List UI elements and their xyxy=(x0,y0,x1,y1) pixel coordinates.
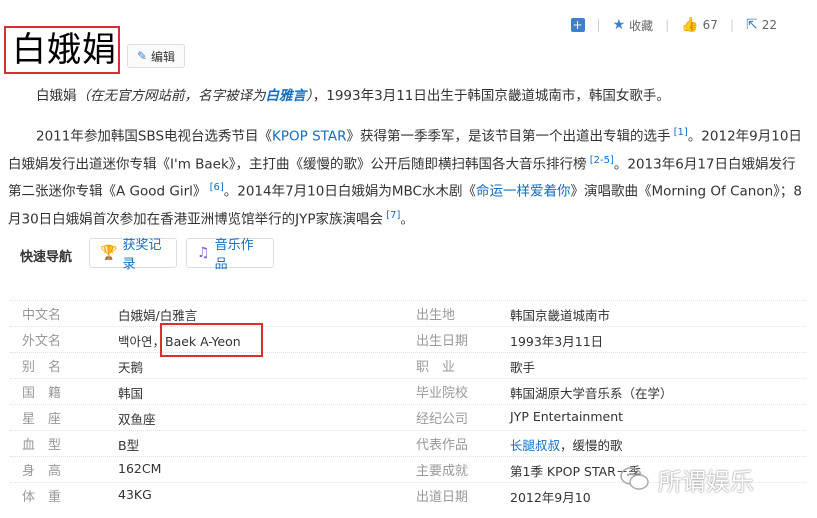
watermark-text: 所谓娱乐 xyxy=(658,467,754,496)
share-icon: ⇱ xyxy=(745,17,758,33)
info-label: 别 名 xyxy=(22,360,62,375)
intro-note-end: ） xyxy=(306,88,313,104)
share-button[interactable]: ⇱ 22 xyxy=(746,17,777,33)
star-icon: ★ xyxy=(612,17,626,33)
like-count: 67 xyxy=(702,18,718,32)
info-value: 韩国京畿道城南市 xyxy=(510,308,611,323)
foreign-name-highlight-box xyxy=(160,323,263,357)
info-value: 162CM xyxy=(118,461,162,476)
info-value: 天鹅 xyxy=(118,360,144,375)
divider: | xyxy=(665,18,670,32)
info-label: 职 业 xyxy=(416,360,456,375)
info-label: 中文名 xyxy=(22,308,62,323)
page-title: 白娥娟 xyxy=(12,30,117,70)
add-button[interactable]: + xyxy=(570,18,585,32)
info-label: 身 高 xyxy=(22,464,62,479)
info-value: 1993年3月11日 xyxy=(510,334,604,349)
info-row: 血 型 B型 代表作品 长腿叔叔，缓慢的歌 xyxy=(10,430,806,455)
info-value: 歌手 xyxy=(510,360,536,375)
info-label: 国 籍 xyxy=(22,386,62,401)
reference-link[interactable]: [2-5] xyxy=(587,155,614,166)
quick-nav-label: 快速导航 xyxy=(20,250,73,265)
info-label: 主要成就 xyxy=(416,464,469,479)
info-label: 外文名 xyxy=(22,334,62,349)
info-label: 代表作品 xyxy=(416,438,469,453)
bio-text: 。2014年7月10日白娥娟为MBC水木剧《 xyxy=(223,183,476,200)
info-label: 毕业院校 xyxy=(416,386,469,401)
wechat-icon xyxy=(620,467,649,490)
plus-icon: + xyxy=(570,18,585,32)
intro-rest: ，1993年3月11日出生于韩国京畿道城南市，韩国女歌手。 xyxy=(312,88,670,104)
info-value: 43KG xyxy=(118,487,152,502)
favorite-button[interactable]: ★ 收藏 xyxy=(613,17,654,34)
divider: | xyxy=(596,18,601,32)
info-label: 出道日期 xyxy=(416,490,469,505)
intro-paragraph: 白娥娟（在无官方网站前，名字被译为白雅言），1993年3月11日出生于韩国京畿道… xyxy=(8,84,803,108)
info-value: 双鱼座 xyxy=(118,412,156,427)
info-value: 2012年9月10 xyxy=(510,490,591,505)
intro-note-link[interactable]: 白雅言 xyxy=(266,88,307,104)
info-label: 血 型 xyxy=(22,438,62,453)
info-value: B型 xyxy=(118,438,140,453)
info-label: 出生日期 xyxy=(416,334,469,349)
edit-button[interactable]: ✎ 编辑 xyxy=(127,44,185,68)
drama-link[interactable]: 命运一样爱着你 xyxy=(476,184,571,200)
reference-link[interactable]: [6] xyxy=(206,182,224,193)
info-label: 出生地 xyxy=(416,308,456,323)
music-note-icon: ♫ xyxy=(197,245,210,261)
info-row: 别 名 天鹅 职 业 歌手 xyxy=(10,352,806,377)
article-actions: + | ★ 收藏 | 👍 67 | ⇱ 22 xyxy=(559,14,777,36)
bio-text: 2011年参加韩国SBS电视台选秀节目《 xyxy=(36,128,273,145)
info-value: 长腿叔叔，缓慢的歌 xyxy=(510,435,623,454)
bio-text: 。 xyxy=(400,211,414,227)
info-row: 星 座 双鱼座 经纪公司 JYP Entertainment xyxy=(10,404,806,429)
bio-text: 》获得第一季季军，是该节目第一个出道出专辑的选手 xyxy=(346,128,671,145)
info-value: 白娥娟/白雅言 xyxy=(118,308,198,323)
info-row: 中文名 白娥娟/白雅言 出生地 韩国京畿道城南市 xyxy=(10,300,806,325)
like-button[interactable]: 👍 67 xyxy=(681,17,718,33)
favorite-label: 收藏 xyxy=(629,18,654,33)
info-row: 外文名 백아연，Baek A-Yeon 出生日期 1993年3月11日 xyxy=(10,326,806,351)
trophy-icon: 🏆 xyxy=(100,245,118,261)
info-value: 韩国湖原大学音乐系（在学） xyxy=(510,386,673,401)
music-works-label: 音乐作品 xyxy=(214,238,254,272)
info-label: 体 重 xyxy=(22,490,62,505)
info-value: 韩国 xyxy=(118,386,144,401)
kpop-star-link[interactable]: KPOP STAR xyxy=(272,129,346,145)
bio-paragraph: 2011年参加韩国SBS电视台选秀节目《KPOP STAR》获得第一季季军，是该… xyxy=(8,121,803,231)
share-count: 22 xyxy=(761,18,777,32)
edit-label: 编辑 xyxy=(151,49,176,64)
info-value-rest: ，缓慢的歌 xyxy=(560,438,623,453)
info-label: 经纪公司 xyxy=(416,412,469,427)
reference-link[interactable]: [1] xyxy=(670,127,688,138)
representative-work-link[interactable]: 长腿叔叔 xyxy=(510,438,560,453)
thumbs-up-icon: 👍 xyxy=(681,17,699,33)
watermark: 所谓娱乐 xyxy=(620,458,810,500)
reference-link[interactable]: [7] xyxy=(383,210,400,221)
agency-link[interactable]: JYP Entertainment xyxy=(510,409,623,424)
intro-note: （在无官方网站前，名字被译为 xyxy=(76,88,266,104)
awards-button[interactable]: 🏆 获奖记录 xyxy=(89,238,177,272)
intro-name: 白娥娟 xyxy=(36,88,77,104)
music-works-button[interactable]: ♫ 音乐作品 xyxy=(186,238,274,272)
awards-label: 获奖记录 xyxy=(122,238,162,272)
info-row: 国 籍 韩国 毕业院校 韩国湖原大学音乐系（在学） xyxy=(10,378,806,403)
info-label: 星 座 xyxy=(22,412,62,427)
divider: | xyxy=(729,18,734,32)
pencil-icon: ✎ xyxy=(136,49,148,63)
